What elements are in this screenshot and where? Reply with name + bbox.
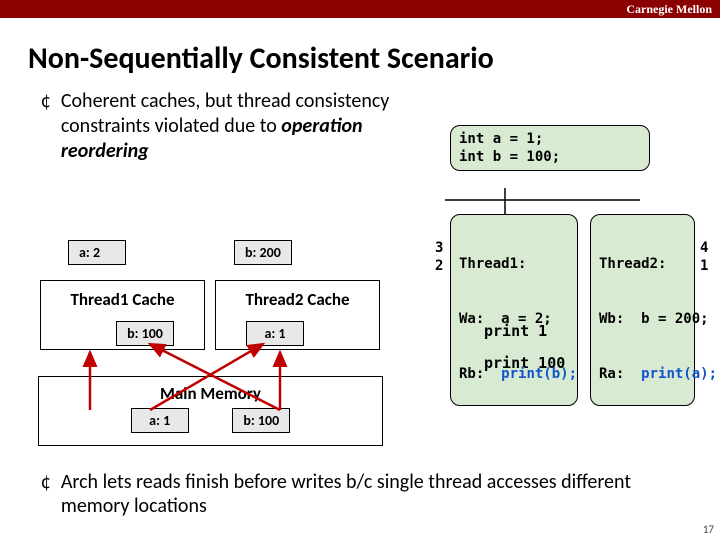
thread2-cache: Thread2 Cache a: 1 — [215, 280, 380, 350]
init-codebox: int a = 1; int b = 100; — [450, 125, 650, 171]
thread2-ra: Ra: print(a); — [599, 365, 686, 383]
mem-a-cell: a: 1 — [131, 408, 189, 433]
brand-label: Carnegie Mellon — [626, 2, 712, 17]
bullet-1-text: Coherent caches, but thread consistency … — [61, 89, 416, 164]
bullet-glyph: ¢ — [40, 91, 51, 112]
bullet-glyph-2: ¢ — [40, 472, 51, 493]
thread2-print: print(a); — [641, 366, 717, 382]
mem-label: Main Memory — [39, 377, 382, 408]
cache1-label: Thread1 Cache — [41, 281, 204, 314]
thread2-name: Thread2: — [599, 255, 686, 273]
main-memory: Main Memory a: 1 b: 100 — [38, 376, 383, 446]
bullet-2-text: Arch lets reads finish before writes b/c… — [61, 470, 681, 518]
thread1-cache: Thread1 Cache b: 100 — [40, 280, 205, 350]
seq-t2-wb: 4 — [700, 240, 708, 256]
bullet-2: ¢ Arch lets reads finish before writes b… — [40, 470, 681, 518]
cache1-cell: b: 100 — [116, 321, 174, 346]
print-100: print 100 — [484, 354, 565, 372]
reg-b-cell: b: 200 — [234, 240, 292, 265]
print-1: print 1 — [484, 322, 547, 340]
thread2-codebox: Thread2: Wb: b = 200; Ra: print(a); — [590, 214, 695, 406]
thread2-wb: Wb: b = 200; — [599, 310, 686, 328]
seq-t2-ra: 1 — [700, 258, 708, 274]
cache2-label: Thread2 Cache — [216, 281, 379, 314]
thread1-name: Thread1: — [459, 255, 569, 273]
mem-b-cell: b: 100 — [232, 408, 290, 433]
thread2-ra-label: Ra: — [599, 366, 641, 382]
seq-t1-rb: 2 — [435, 258, 443, 274]
seq-t1-wa: 3 — [435, 240, 443, 256]
page-number: 17 — [703, 523, 714, 536]
cache2-cell: a: 1 — [246, 321, 304, 346]
page-title: Non-Sequentially Consistent Scenario — [28, 40, 720, 77]
thread1-codebox: Thread1: Wa: a = 2; Rb: print(b); — [450, 214, 578, 406]
reg-a-cell: a: 2 — [68, 240, 126, 265]
